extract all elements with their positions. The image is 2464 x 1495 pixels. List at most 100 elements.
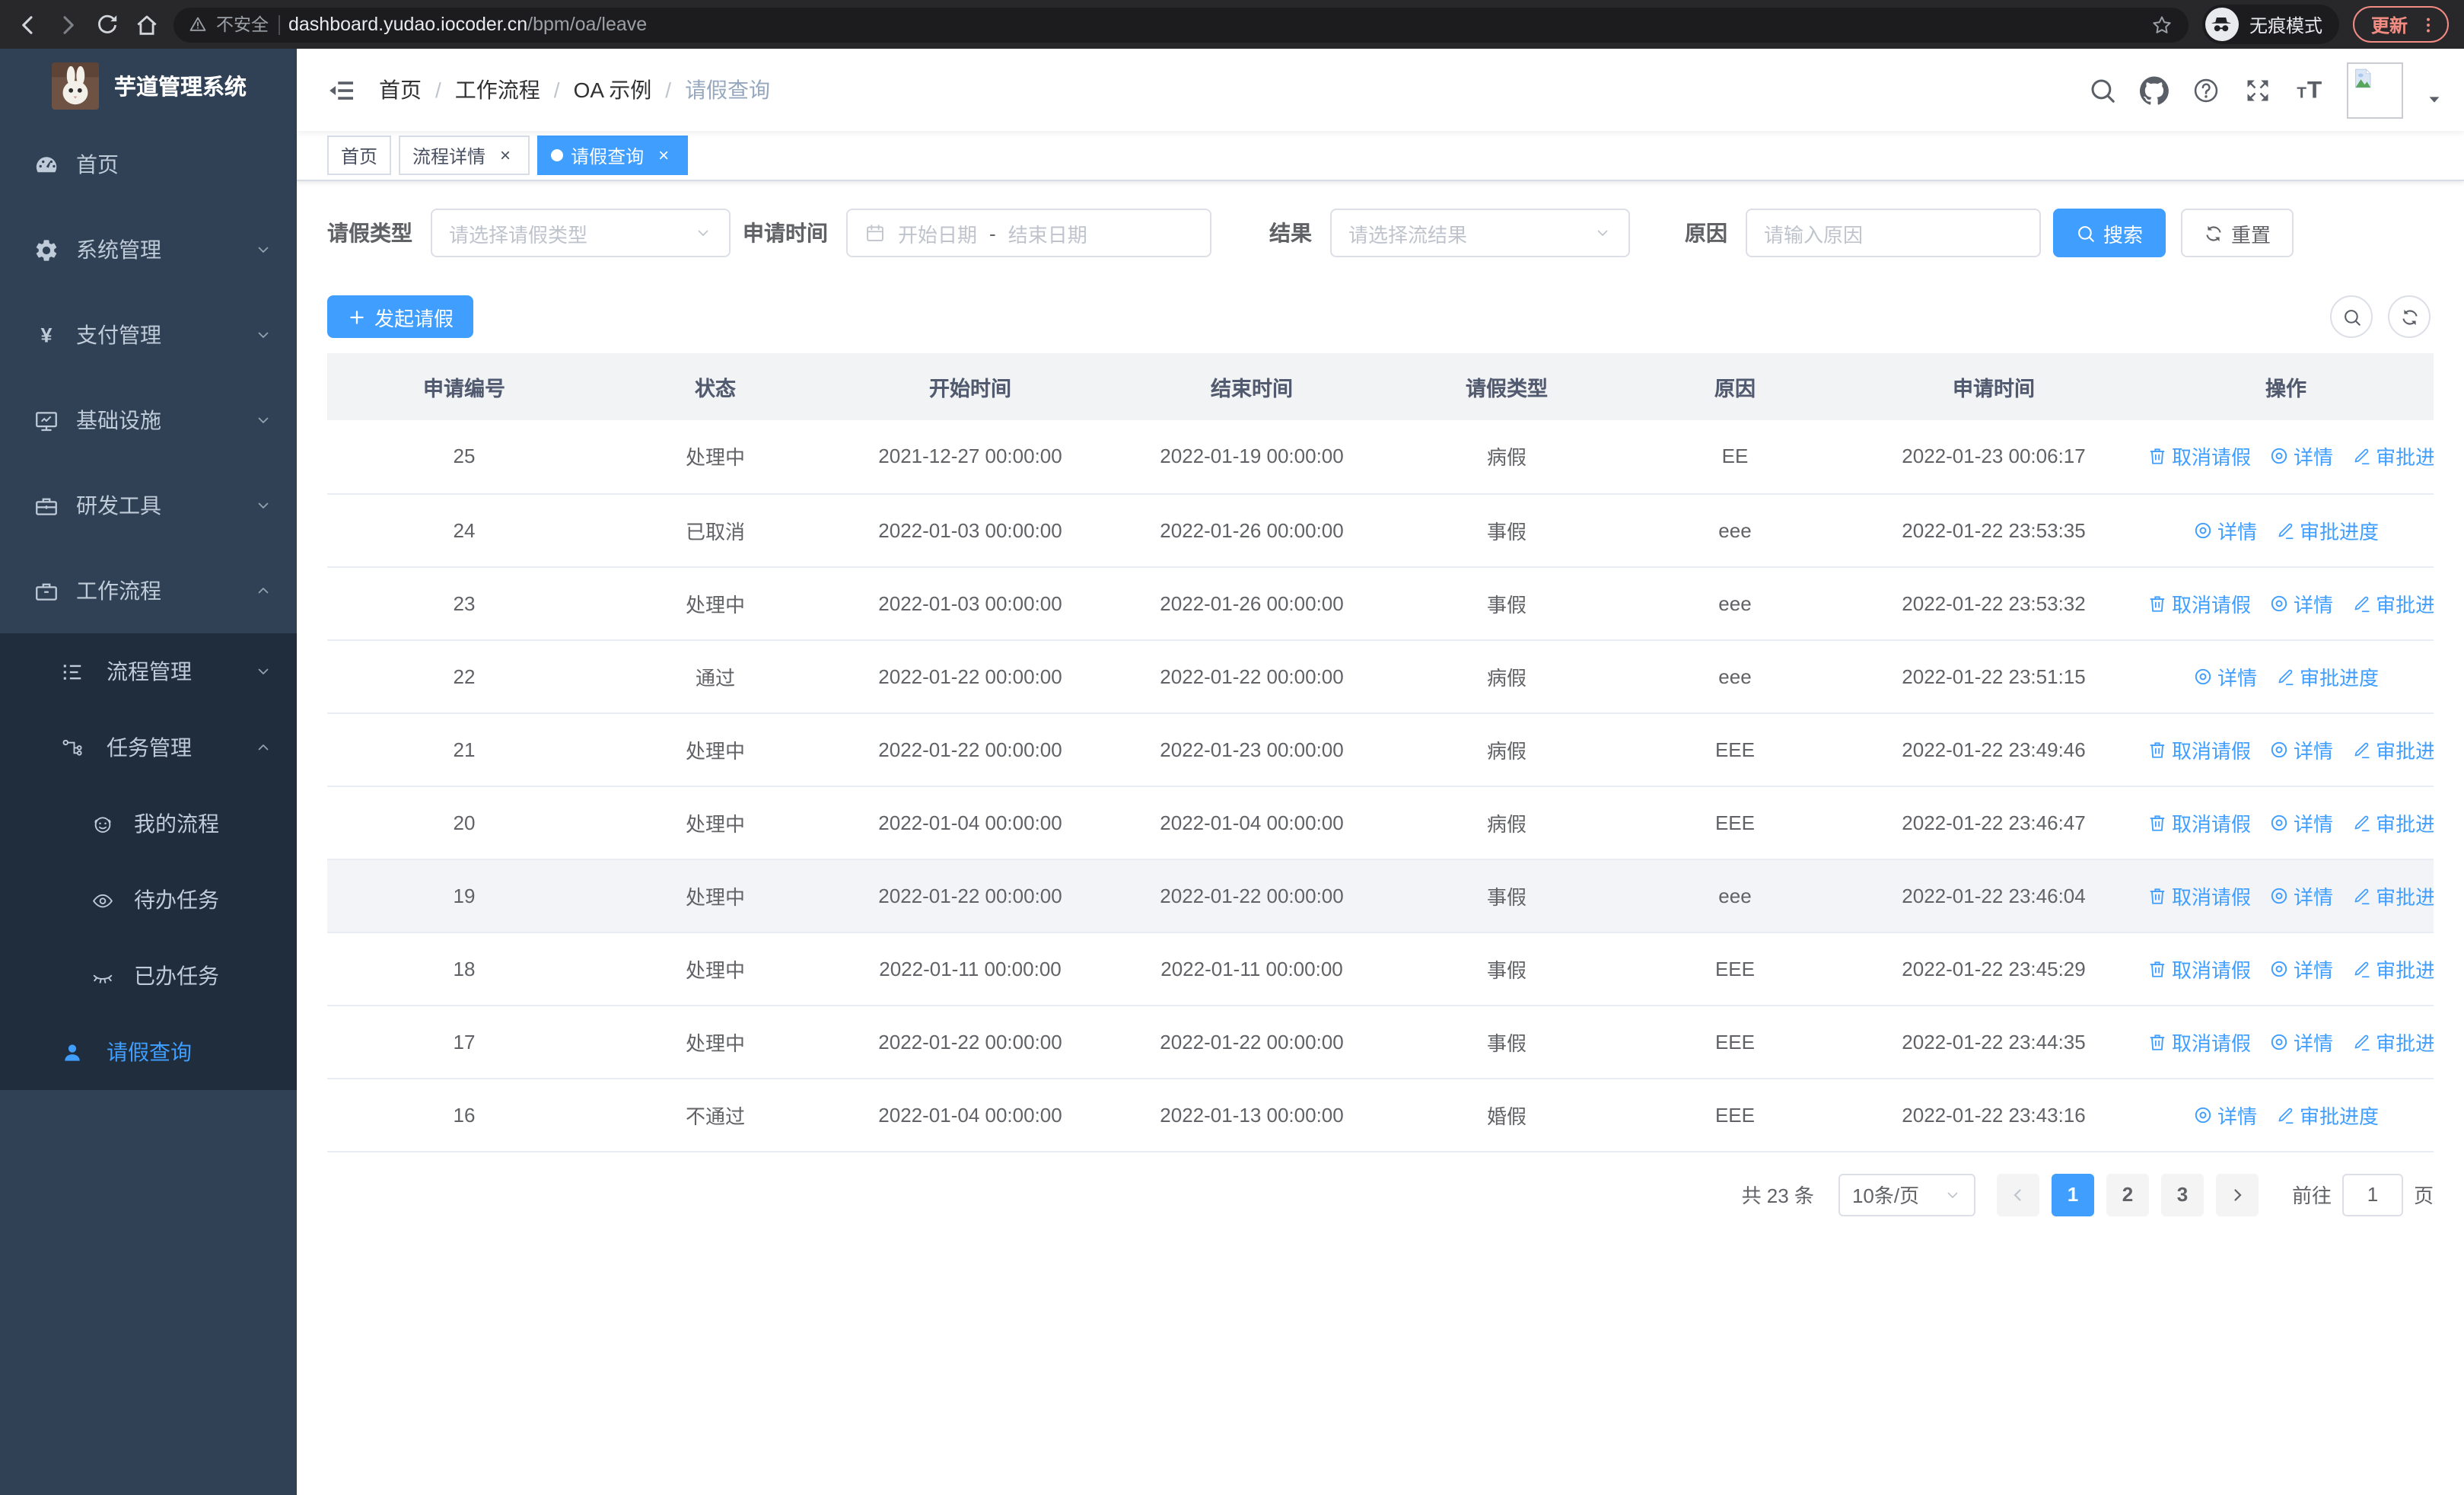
apply-time-range-picker[interactable]: 开始日期 - 结束日期 <box>846 209 1211 257</box>
sidebar-item-workflow[interactable]: 工作流程 <box>0 548 297 633</box>
cell-apply-time: 2022-01-22 23:45:29 <box>1849 932 2138 1006</box>
progress-link[interactable]: 审批进度 <box>2351 442 2434 471</box>
cell-reason: EE <box>1621 420 1849 494</box>
progress-link[interactable]: 审批进度 <box>2275 515 2379 544</box>
breadcrumb-item[interactable]: OA 示例 <box>574 75 652 105</box>
breadcrumb-current: 请假查询 <box>685 78 771 102</box>
tab-label: 流程详情 <box>412 145 486 167</box>
detail-link[interactable]: 详情 <box>2269 735 2333 763</box>
page-size-select[interactable]: 10条/页 <box>1838 1173 1975 1216</box>
reason-input[interactable]: 请输入原因 <box>1746 209 2041 257</box>
detail-link[interactable]: 详情 <box>2269 442 2333 471</box>
sidebar-item-todo-tasks[interactable]: 待办任务 <box>0 862 297 938</box>
sidebar-logo[interactable]: 芋道管理系统 <box>0 49 297 122</box>
browser-update-button[interactable]: 更新 <box>2352 6 2449 43</box>
create-leave-button[interactable]: 发起请假 <box>327 295 474 338</box>
next-page-button[interactable] <box>2215 1173 2259 1216</box>
page-button-2[interactable]: 2 <box>2106 1173 2149 1216</box>
detail-link[interactable]: 详情 <box>2269 808 2333 837</box>
hamburger-icon[interactable] <box>327 75 356 104</box>
breadcrumb-item[interactable]: 首页 <box>379 75 422 105</box>
browser-reload-icon[interactable] <box>94 11 120 37</box>
cancel-link[interactable]: 取消请假 <box>2147 881 2251 910</box>
sidebar-item-process-mgmt[interactable]: 流程管理 <box>0 633 297 709</box>
page-button-1[interactable]: 1 <box>2051 1173 2094 1216</box>
cancel-link[interactable]: 取消请假 <box>2147 1027 2251 1056</box>
refresh-table-button[interactable] <box>2388 295 2431 338</box>
tab-首页[interactable]: 首页 <box>327 135 392 175</box>
cell-id: 19 <box>327 859 601 932</box>
detail-link[interactable]: 详情 <box>2193 1100 2257 1129</box>
goto-suffix-label: 页 <box>2413 1184 2434 1207</box>
close-icon[interactable]: × <box>495 145 516 166</box>
close-icon[interactable]: × <box>653 145 674 166</box>
sidebar-item-leave-query[interactable]: 请假查询 <box>0 1014 297 1090</box>
progress-link[interactable]: 审批进度 <box>2275 661 2379 690</box>
cancel-link-label: 取消请假 <box>2172 593 2252 616</box>
reset-button[interactable]: 重置 <box>2181 209 2294 257</box>
breadcrumb-item[interactable]: 工作流程 <box>455 75 540 105</box>
sidebar-item-pay[interactable]: ¥ 支付管理 <box>0 292 297 378</box>
page-button-3[interactable]: 3 <box>2160 1173 2204 1216</box>
column-header: 原因 <box>1621 353 1849 420</box>
progress-link[interactable]: 审批进度 <box>2275 1100 2379 1129</box>
tab-流程详情[interactable]: 流程详情 × <box>399 135 530 175</box>
cell-id: 20 <box>327 786 601 859</box>
progress-link-label: 审批进度 <box>2376 812 2434 835</box>
eye-closed-icon <box>91 964 114 987</box>
cell-id: 18 <box>327 932 601 1006</box>
help-icon[interactable] <box>2192 75 2220 104</box>
pen-icon <box>2275 666 2295 686</box>
bookmark-star-icon[interactable] <box>2150 13 2173 36</box>
font-size-icon[interactable]: TT <box>2295 75 2324 104</box>
avatar[interactable] <box>2347 62 2403 118</box>
goto-page-input[interactable]: 1 <box>2341 1173 2403 1216</box>
detail-link[interactable]: 详情 <box>2269 1027 2333 1056</box>
fullscreen-icon[interactable] <box>2243 75 2272 104</box>
sidebar-item-done-tasks[interactable]: 已办任务 <box>0 938 297 1014</box>
sidebar-item-infra[interactable]: 基础设施 <box>0 378 297 463</box>
sidebar-item-task-mgmt[interactable]: 任务管理 <box>0 709 297 786</box>
progress-link[interactable]: 审批进度 <box>2351 808 2434 837</box>
browser-forward-icon[interactable] <box>55 11 81 37</box>
header-search-icon[interactable] <box>2088 75 2117 104</box>
cancel-link[interactable]: 取消请假 <box>2147 442 2251 471</box>
sidebar-item-system[interactable]: 系统管理 <box>0 207 297 292</box>
browser-home-icon[interactable] <box>134 11 160 37</box>
progress-link[interactable]: 审批进度 <box>2351 881 2434 910</box>
detail-link[interactable]: 详情 <box>2193 661 2257 690</box>
browser-menu-icon[interactable] <box>2418 14 2438 34</box>
sidebar-item-my-process[interactable]: 我的流程 <box>0 786 297 862</box>
sidebar-item-home[interactable]: 首页 <box>0 122 297 207</box>
cancel-link[interactable]: 取消请假 <box>2147 588 2251 617</box>
tab-请假查询[interactable]: 请假查询 × <box>537 135 689 175</box>
prev-page-button[interactable] <box>1996 1173 2039 1216</box>
address-bar[interactable]: 不安全 dashboard.yudao.iocoder.cn/bpm/oa/le… <box>173 7 2189 42</box>
detail-link[interactable]: 详情 <box>2269 954 2333 983</box>
page-content: 请假类型 请选择请假类型 申请时间 开始日期 - 结束日期 结果 请选择流结果 <box>297 181 2464 1495</box>
detail-link[interactable]: 详情 <box>2269 588 2333 617</box>
cancel-link[interactable]: 取消请假 <box>2147 954 2251 983</box>
avatar-caret-down-icon[interactable] <box>2426 91 2443 107</box>
browser-back-icon[interactable] <box>15 11 41 37</box>
sidebar-item-label: 流程管理 <box>107 659 192 684</box>
result-select[interactable]: 请选择流结果 <box>1330 209 1630 257</box>
leave-type-select[interactable]: 请选择请假类型 <box>431 209 731 257</box>
github-icon[interactable] <box>2140 75 2169 104</box>
progress-link[interactable]: 审批进度 <box>2351 954 2434 983</box>
search-button[interactable]: 搜索 <box>2053 209 2166 257</box>
sidebar-item-devtools[interactable]: 研发工具 <box>0 463 297 548</box>
progress-link[interactable]: 审批进度 <box>2351 1027 2434 1056</box>
cell-end-time: 2022-01-22 00:00:00 <box>1111 859 1393 932</box>
progress-link[interactable]: 审批进度 <box>2351 588 2434 617</box>
cell-start-time: 2022-01-03 00:00:00 <box>829 493 1111 567</box>
not-secure-warning-icon[interactable] <box>189 15 207 33</box>
progress-link[interactable]: 审批进度 <box>2351 735 2434 763</box>
view-icon <box>2269 593 2289 613</box>
toggle-search-button[interactable] <box>2330 295 2373 338</box>
progress-link-label: 审批进度 <box>2300 520 2380 543</box>
cancel-link[interactable]: 取消请假 <box>2147 735 2251 763</box>
cancel-link[interactable]: 取消请假 <box>2147 808 2251 837</box>
detail-link[interactable]: 详情 <box>2193 515 2257 544</box>
detail-link[interactable]: 详情 <box>2269 881 2333 910</box>
